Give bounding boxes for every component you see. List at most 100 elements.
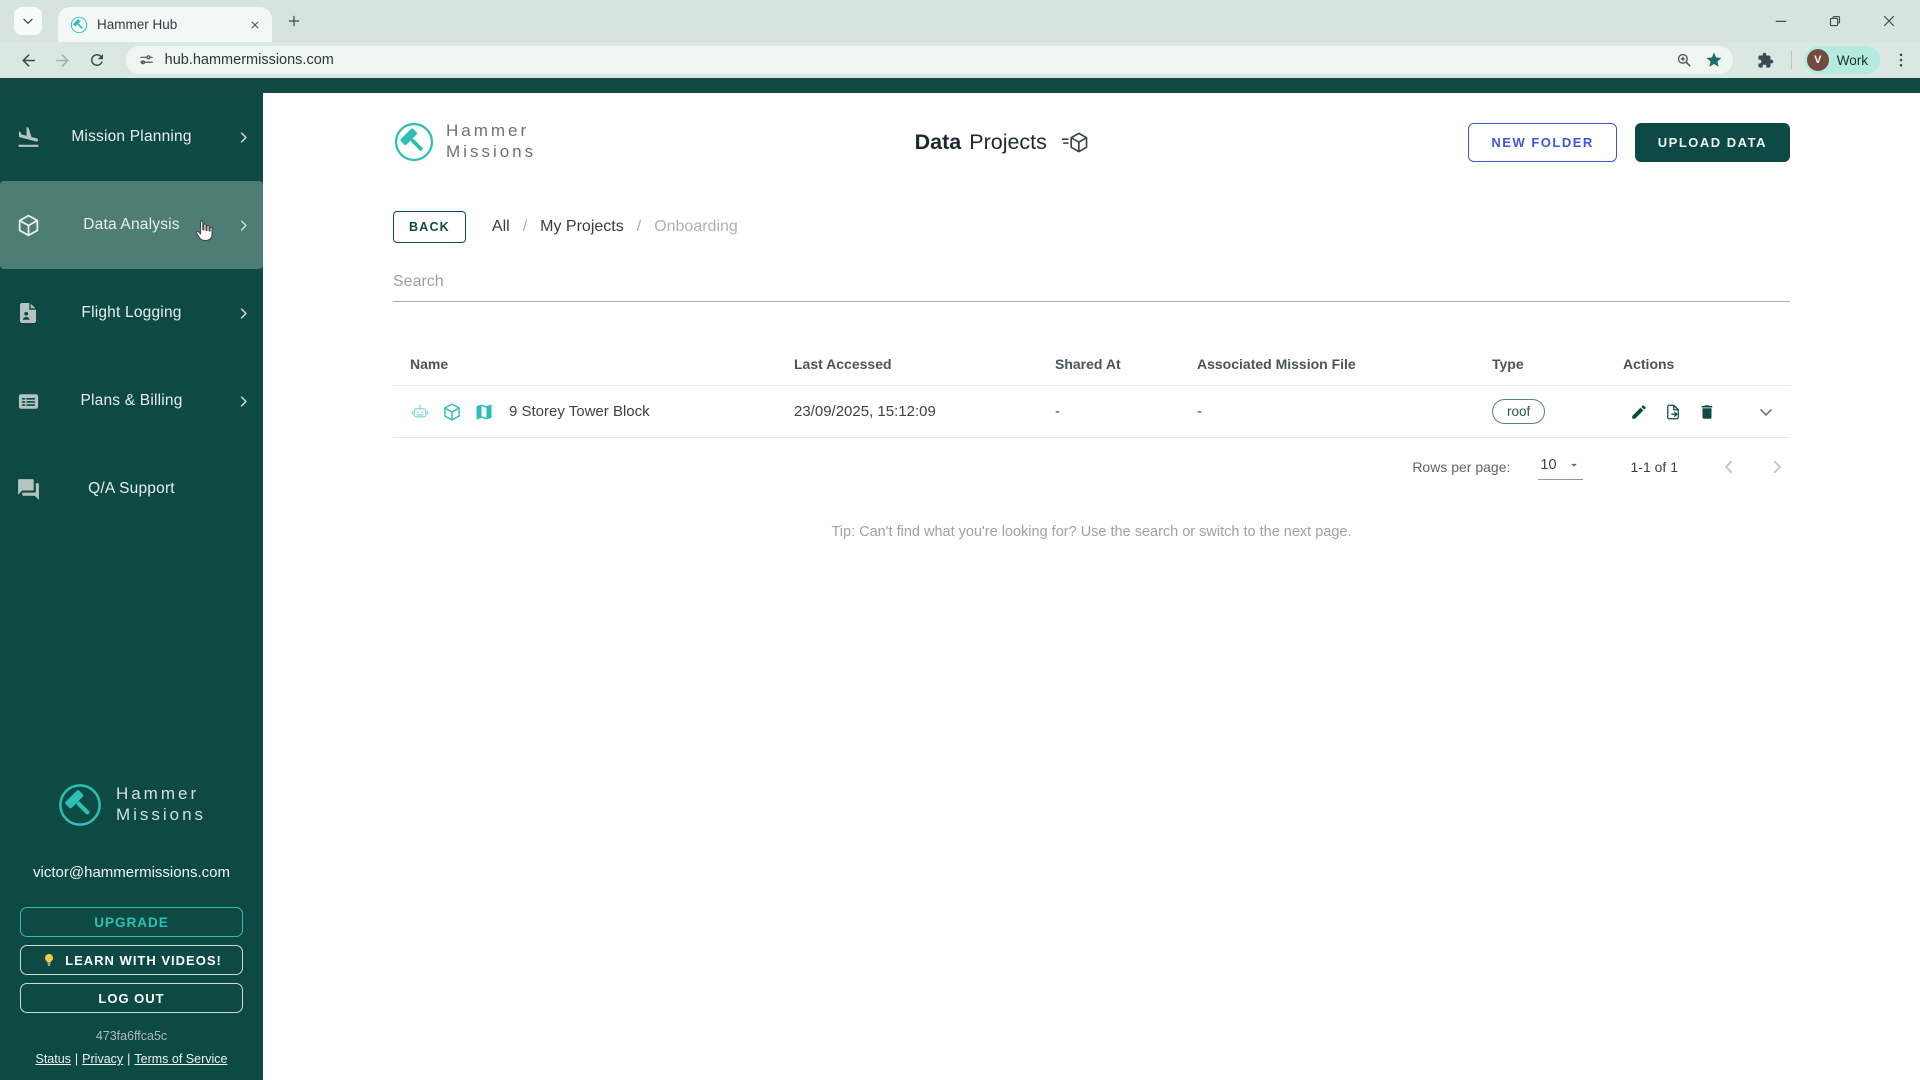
type-badge: roof <box>1492 399 1546 424</box>
extensions-icon[interactable] <box>1751 45 1781 75</box>
status-link[interactable]: Status <box>35 1052 70 1066</box>
toolbar-divider <box>1790 51 1792 69</box>
brand-line2: Missions <box>446 142 537 161</box>
delete-icon[interactable] <box>1698 403 1716 421</box>
site-settings-icon[interactable] <box>138 52 155 69</box>
hammer-logo-icon <box>393 121 435 163</box>
edit-icon[interactable] <box>1630 403 1648 421</box>
chat-icon <box>16 477 41 502</box>
title-bold: Data <box>914 129 962 154</box>
learn-with-videos-button[interactable]: LEARN WITH VIDEOS! <box>20 945 243 975</box>
shared-at-value: - <box>1055 403 1060 420</box>
window-minimize-button[interactable] <box>1766 6 1796 36</box>
chevron-right-icon <box>236 218 251 233</box>
forward-button[interactable] <box>48 45 78 75</box>
pagination-range: 1-1 of 1 <box>1630 459 1678 475</box>
profile-chip[interactable]: V Work <box>1803 46 1881 74</box>
page-header: Hammer Missions Data Projects NEW FOLDER… <box>393 111 1790 173</box>
tab-close-icon[interactable] <box>248 18 262 32</box>
back-button[interactable]: BACK <box>393 211 466 243</box>
expand-row-chevron-icon[interactable] <box>1756 402 1776 422</box>
tab-strip: Hammer Hub <box>0 0 1920 42</box>
site-favicon <box>70 16 88 34</box>
caret-down-icon <box>1567 458 1581 472</box>
chevron-right-icon <box>236 130 251 145</box>
window-close-button[interactable] <box>1874 6 1904 36</box>
sidebar-nav: Mission Planning Data Analysis Flight Lo… <box>0 93 263 533</box>
rows-per-page-label: Rows per page: <box>1412 459 1511 475</box>
brand-line1: Hammer <box>115 784 200 804</box>
sidebar: Mission Planning Data Analysis Flight Lo… <box>0 93 263 1080</box>
browser-tab[interactable]: Hammer Hub <box>58 7 272 42</box>
hammer-logo-icon <box>57 782 103 828</box>
url-text: hub.hammermissions.com <box>164 52 334 68</box>
brand-line1: Hammer <box>446 121 530 141</box>
cube-icon <box>442 402 462 422</box>
window-controls <box>1766 0 1920 42</box>
data-projects-cube-icon <box>1061 131 1090 154</box>
sidebar-footer: Hammer Missions victor@hammermissions.co… <box>0 782 263 1080</box>
link-separator: | <box>127 1052 131 1066</box>
page-title: Data Projects <box>915 130 1090 155</box>
sidebar-item-qa-support[interactable]: Q/A Support <box>0 445 263 533</box>
billing-card-icon <box>16 389 41 414</box>
breadcrumb: BACK All / My Projects / Onboarding <box>393 211 1790 243</box>
sidebar-item-plans-billing[interactable]: Plans & Billing <box>0 357 263 445</box>
window-restore-button[interactable] <box>1820 6 1850 36</box>
column-last-accessed: Last Accessed <box>794 355 892 372</box>
main-content: Hammer Missions Data Projects NEW FOLDER… <box>263 93 1920 1080</box>
browser-chrome: Hammer Hub hub.hammermissions.com V Work <box>0 0 1920 78</box>
tab-title: Hammer Hub <box>97 17 178 32</box>
project-name[interactable]: 9 Storey Tower Block <box>509 403 650 420</box>
build-id: 473fa6ffca5c <box>95 1029 168 1043</box>
new-tab-button[interactable] <box>286 13 302 29</box>
column-actions: Actions <box>1623 355 1675 372</box>
address-bar[interactable]: hub.hammermissions.com <box>125 46 1733 74</box>
table-row[interactable]: 9 Storey Tower Block 23/09/2025, 15:12:0… <box>393 386 1790 438</box>
breadcrumb-separator: / <box>522 218 528 235</box>
search-input[interactable] <box>393 265 1790 302</box>
reload-button[interactable] <box>82 45 112 75</box>
tip-text: Tip: Can't find what you're looking for?… <box>831 524 1352 540</box>
export-file-icon[interactable] <box>1664 403 1682 421</box>
associated-mission-file-value: - <box>1197 403 1202 420</box>
avatar: V <box>1806 49 1829 71</box>
table-header: Name Last Accessed Shared At Associated … <box>393 342 1790 386</box>
last-accessed-value: 23/09/2025, 15:12:09 <box>794 403 936 420</box>
learn-label: LEARN WITH VIDEOS! <box>65 952 222 968</box>
lightbulb-icon <box>41 952 57 968</box>
bookmark-star-icon[interactable] <box>1705 51 1723 69</box>
breadcrumb-separator: / <box>636 218 642 235</box>
chevron-right-icon <box>236 394 251 409</box>
app-top-strip <box>0 78 1920 93</box>
breadcrumb-onboarding: Onboarding <box>654 218 738 235</box>
breadcrumb-my-projects[interactable]: My Projects <box>540 218 624 236</box>
terms-link[interactable]: Terms of Service <box>134 1052 227 1066</box>
user-email: victor@hammermissions.com <box>33 864 230 881</box>
chevron-right-icon <box>236 306 251 321</box>
zoom-icon[interactable] <box>1675 51 1693 69</box>
upload-data-button[interactable]: UPLOAD DATA <box>1634 122 1790 162</box>
new-folder-button[interactable]: NEW FOLDER <box>1468 122 1617 162</box>
sidebar-item-data-analysis[interactable]: Data Analysis <box>0 181 263 269</box>
column-name: Name <box>410 355 449 372</box>
rows-per-page-select[interactable]: 10 <box>1538 455 1583 480</box>
sidebar-item-flight-logging[interactable]: Flight Logging <box>0 269 263 357</box>
browser-menu-icon[interactable] <box>1892 51 1910 69</box>
upgrade-button[interactable]: UPGRADE <box>20 907 243 937</box>
chevron-down-icon <box>20 13 36 29</box>
back-button[interactable] <box>14 45 44 75</box>
privacy-link[interactable]: Privacy <box>82 1052 123 1066</box>
tab-search-button[interactable] <box>14 7 42 35</box>
column-type: Type <box>1492 355 1524 372</box>
header-brand: Hammer Missions <box>393 121 536 163</box>
breadcrumb-all[interactable]: All <box>492 218 510 236</box>
cube-icon <box>16 213 41 238</box>
previous-page-button[interactable] <box>1720 458 1738 476</box>
brand-logo: Hammer Missions <box>20 782 243 828</box>
column-associated-mission-file: Associated Mission File <box>1197 355 1356 372</box>
next-page-button[interactable] <box>1768 458 1786 476</box>
sidebar-item-mission-planning[interactable]: Mission Planning <box>0 93 263 181</box>
pagination: Rows per page: 10 1-1 of 1 <box>393 438 1790 496</box>
logout-button[interactable]: LOG OUT <box>20 983 243 1013</box>
